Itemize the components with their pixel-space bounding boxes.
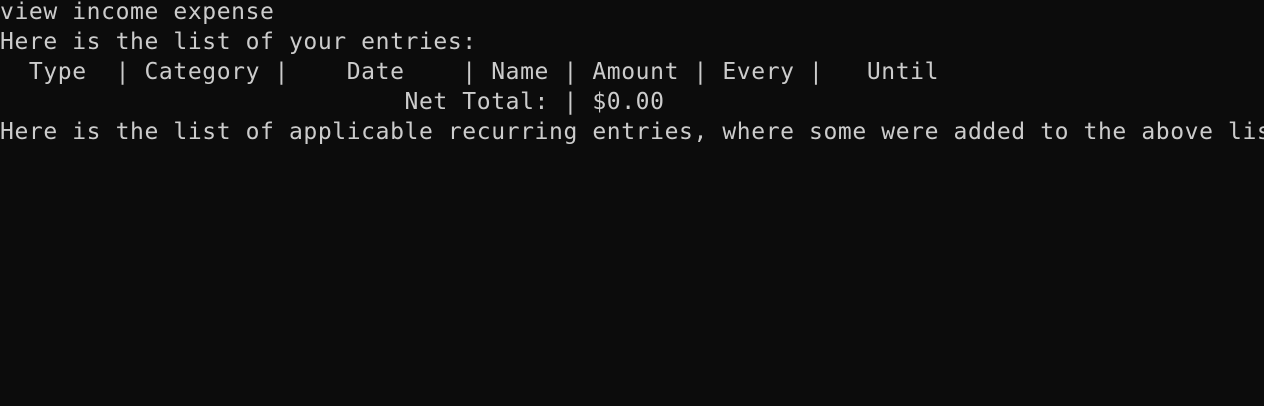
terminal-window[interactable]: view income expense Here is the list of …: [0, 0, 1264, 403]
command-input-line: view income expense: [0, 0, 275, 25]
net-total-row: Net Total: | $0.00: [0, 89, 665, 115]
entries-list-heading: Here is the list of your entries:: [0, 29, 477, 55]
recurring-entries-heading: Here is the list of applicable recurring…: [0, 119, 1264, 145]
entries-table-header: Type | Category | Date | Name | Amount |…: [0, 59, 940, 85]
